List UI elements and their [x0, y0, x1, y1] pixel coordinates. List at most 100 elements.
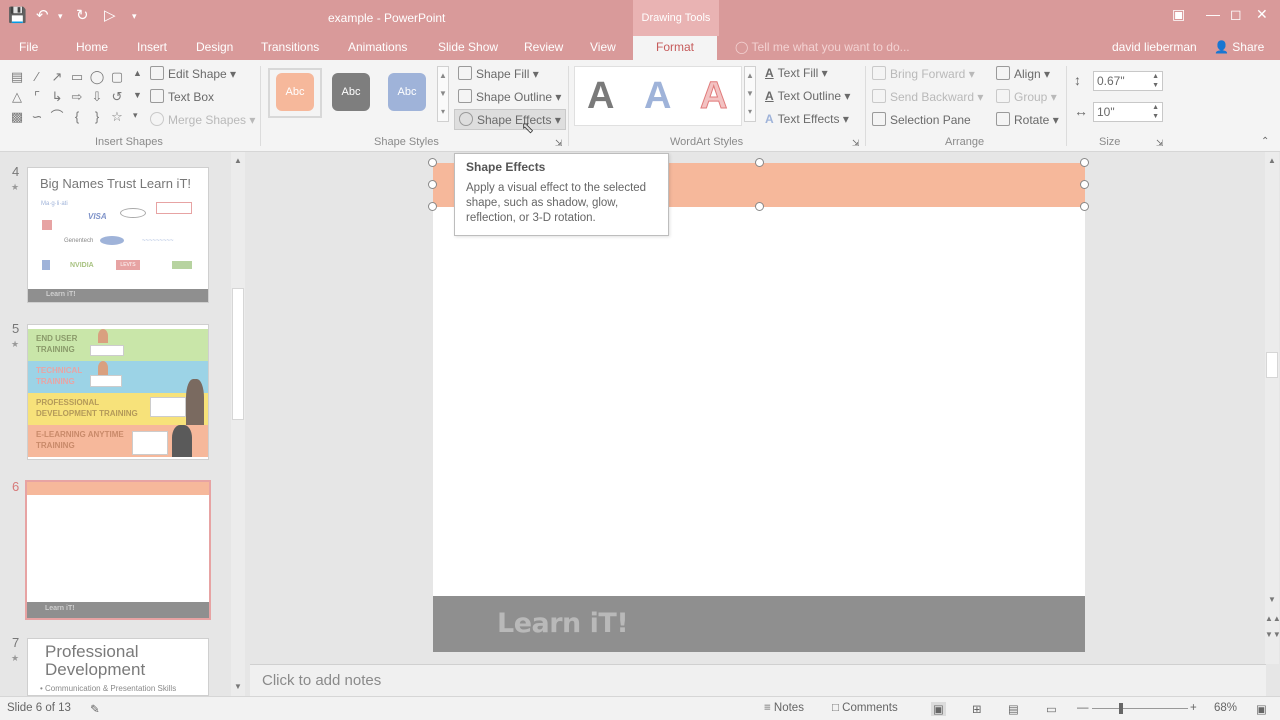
tab-design[interactable]: Design — [196, 40, 233, 54]
user-name[interactable]: david lieberman — [1112, 40, 1197, 54]
scroll-down-icon[interactable]: ▼ — [1265, 595, 1279, 604]
scrollbar-thumb[interactable] — [1266, 352, 1278, 378]
scrollbar-thumb[interactable] — [232, 288, 244, 420]
resize-handle-bottom-right[interactable] — [1080, 202, 1089, 211]
height-spinner-icon[interactable]: ▲ ▼ — [1152, 72, 1159, 90]
bent-arrow-icon[interactable]: ↳ — [47, 87, 67, 107]
wordart-style-gray[interactable]: A — [587, 76, 614, 116]
zoom-slider[interactable] — [1092, 708, 1188, 709]
zoom-in-icon[interactable]: + — [1190, 702, 1197, 714]
normal-view-icon[interactable]: ▣ — [931, 702, 946, 716]
slide-thumbnail-4[interactable]: Big Names Trust Learn iT! Ma·g·li·ati VI… — [27, 167, 209, 303]
slide-show-icon[interactable]: ▭ — [1046, 702, 1057, 716]
resize-handle-left[interactable] — [428, 180, 437, 189]
next-slide-icon[interactable]: ▼▼ — [1265, 630, 1280, 639]
tab-insert[interactable]: Insert — [137, 40, 167, 54]
share-button[interactable]: 👤 Share — [1214, 40, 1264, 54]
resize-handle-right[interactable] — [1080, 180, 1089, 189]
maximize-icon[interactable]: ◻ — [1230, 6, 1242, 23]
wordart-launcher-icon[interactable]: ⇲ — [852, 138, 860, 149]
rotate-button[interactable]: Rotate ▾ — [996, 112, 1059, 127]
tab-file[interactable]: File — [19, 40, 38, 54]
text-effects-button[interactable]: A Text Effects ▾ — [765, 112, 849, 126]
notes-pane[interactable]: Click to add notes — [250, 664, 1266, 696]
spelling-check-icon[interactable]: ✎ — [90, 702, 100, 716]
selection-pane-button[interactable]: Selection Pane — [872, 112, 971, 127]
resize-handle-bottom-left[interactable] — [428, 202, 437, 211]
minimize-icon[interactable]: — — [1206, 6, 1220, 22]
shapes-scroll-up-icon[interactable]: ▲ — [133, 68, 142, 78]
text-outline-button[interactable]: A Text Outline ▾ — [765, 89, 850, 103]
wordart-scroll[interactable]: ▲ ▼ ▾ — [744, 66, 756, 122]
close-icon[interactable]: ✕ — [1256, 6, 1268, 23]
resize-handle-top-left[interactable] — [428, 158, 437, 167]
elbow-connector-icon[interactable]: ⌜ — [27, 87, 47, 107]
right-arrow-shape-icon[interactable]: ⇨ — [67, 87, 87, 107]
reading-view-icon[interactable]: ▤ — [1008, 702, 1019, 716]
text-fill-button[interactable]: A Text Fill ▾ — [765, 66, 828, 80]
tab-home[interactable]: Home — [76, 40, 108, 54]
zoom-level[interactable]: 68% — [1214, 702, 1237, 714]
collapse-ribbon-icon[interactable]: ⌃ — [1261, 136, 1269, 147]
line-shape-icon[interactable]: ∕ — [27, 67, 47, 87]
fit-slide-icon[interactable]: ▣ — [1256, 702, 1267, 716]
tab-format[interactable]: Format — [633, 36, 718, 60]
resize-handle-bottom[interactable] — [755, 202, 764, 211]
align-button[interactable]: Align ▾ — [996, 66, 1050, 81]
edit-shape-button[interactable]: Edit Shape ▾ — [150, 66, 236, 81]
oval-shape-icon[interactable]: ◯ — [87, 67, 107, 87]
arc-shape-icon[interactable]: ⌒ — [47, 107, 67, 127]
comments-button[interactable]: □ Comments — [832, 702, 898, 714]
shapes-more-icon[interactable]: ▾ — [133, 110, 138, 121]
curve-shape-icon[interactable]: ∽ — [27, 107, 47, 127]
previous-slide-icon[interactable]: ▲▲ — [1265, 614, 1280, 623]
shape-styles-scroll[interactable]: ▲ ▼ ▾ — [437, 66, 449, 122]
brace-shape-icon[interactable]: { — [67, 107, 87, 127]
tab-animations[interactable]: Animations — [348, 40, 407, 54]
shapes-gallery[interactable]: ▤ ∕ ↗ ▭ ◯ ▢ △ ⌜ ↳ ⇨ ⇩ ↺ ▩ ∽ ⌒ { } ☆ — [7, 67, 127, 127]
brace-right-shape-icon[interactable]: } — [87, 107, 107, 127]
slide-thumbnail-7[interactable]: Professional Development • Communication… — [27, 638, 209, 696]
shape-fill-button[interactable]: Shape Fill ▾ — [458, 66, 539, 81]
rounded-rect-shape-icon[interactable]: ▢ — [107, 67, 127, 87]
scroll-up-icon[interactable]: ▲ — [231, 156, 245, 165]
wordart-style-red[interactable]: A — [699, 76, 727, 117]
slide-thumbnail-6[interactable]: Learn iT! — [25, 480, 211, 620]
shape-style-gray[interactable]: Abc — [332, 73, 370, 111]
arrow-shape-icon[interactable]: ↗ — [47, 67, 67, 87]
ribbon-display-options-icon[interactable]: ▣ — [1172, 6, 1185, 23]
editor-scrollbar[interactable]: ▲ ▼ ▲▲ ▼▼ — [1265, 152, 1280, 664]
scroll-down-icon[interactable]: ▼ — [231, 682, 245, 691]
merge-shapes-button[interactable]: Merge Shapes ▾ — [150, 112, 255, 127]
shapes-scroll-down-icon[interactable]: ▼ — [133, 90, 142, 100]
undo-dropdown-icon[interactable]: ▾ — [58, 11, 63, 22]
resize-handle-top[interactable] — [755, 158, 764, 167]
shape-outline-button[interactable]: Shape Outline ▾ — [458, 89, 561, 104]
bring-forward-button[interactable]: Bring Forward ▾ — [872, 66, 975, 81]
scroll-up-icon[interactable]: ▲ — [1265, 156, 1279, 165]
start-from-beginning-icon[interactable]: ▷ — [104, 6, 116, 24]
shape-style-blue[interactable]: Abc — [388, 73, 426, 111]
rectangle2-shape-icon[interactable]: ▩ — [7, 107, 27, 127]
shape-height-input[interactable]: 0.67" ▲ ▼ — [1093, 71, 1163, 91]
circular-arrow-icon[interactable]: ↺ — [107, 87, 127, 107]
zoom-slider-thumb[interactable] — [1119, 703, 1123, 714]
slide-sorter-icon[interactable]: ⊞ — [972, 702, 982, 716]
redo-icon[interactable]: ↻ — [76, 6, 89, 24]
notes-button[interactable]: ≡ Notes — [764, 702, 804, 714]
down-arrow-shape-icon[interactable]: ⇩ — [87, 87, 107, 107]
rectangle-shape-icon[interactable]: ▭ — [67, 67, 87, 87]
size-launcher-icon[interactable]: ⇲ — [1156, 138, 1164, 149]
tab-review[interactable]: Review — [524, 40, 563, 54]
save-icon[interactable]: 💾 — [8, 6, 27, 24]
width-spinner-icon[interactable]: ▲ ▼ — [1152, 103, 1159, 121]
text-box-button[interactable]: Text Box — [150, 89, 214, 104]
wordart-style-blue[interactable]: A — [644, 76, 671, 116]
shape-style-orange[interactable]: Abc — [276, 73, 314, 111]
current-slide[interactable]: Learn iT! — [433, 163, 1085, 652]
shape-width-input[interactable]: 10" ▲ ▼ — [1093, 102, 1163, 122]
star-shape-icon[interactable]: ☆ — [107, 107, 127, 127]
resize-handle-top-right[interactable] — [1080, 158, 1089, 167]
triangle-shape-icon[interactable]: △ — [7, 87, 27, 107]
thumbnail-scrollbar[interactable]: ▲ ▼ — [231, 152, 245, 696]
